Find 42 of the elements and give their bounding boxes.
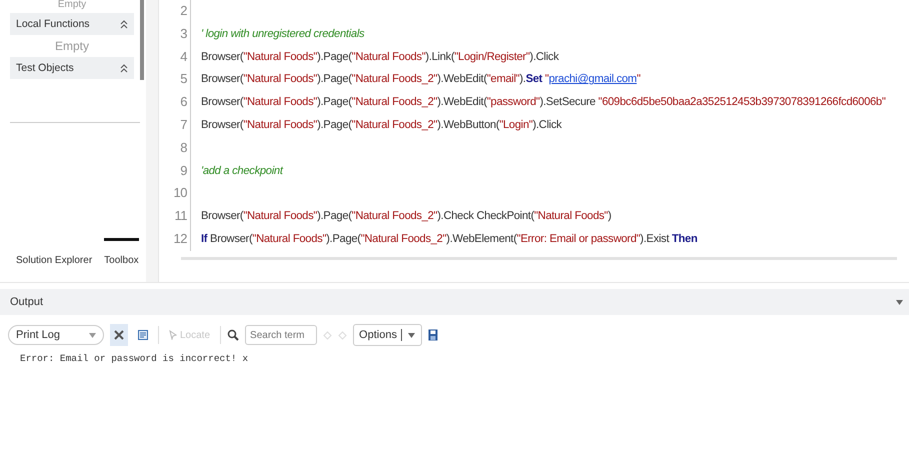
code-line: ' login with unregistered credentials xyxy=(201,26,364,42)
line-number: 3 xyxy=(169,22,191,46)
code-line: Browser("Natural Foods").Page("Natural Foods_2").WebEdit("password").SetSecure "609bc6d5be50baa2a352512453b3973078391266fcd6006b" xyxy=(201,95,886,110)
save-icon[interactable] xyxy=(428,329,438,341)
options-button[interactable]: Options xyxy=(353,324,422,346)
section-header[interactable]: Test Objects xyxy=(10,57,134,79)
code-line: Browser("Natural Foods").Page("Natural Foods_2").WebButton("Login").Click xyxy=(201,118,562,133)
panel-title: Output xyxy=(10,296,44,308)
line-number: 11 xyxy=(169,205,191,228)
pointer-icon xyxy=(169,330,177,340)
collapse-icon xyxy=(120,20,128,28)
empty-label: Empty xyxy=(54,38,90,55)
scrollbar[interactable] xyxy=(140,0,144,80)
code-line: If Browser("Natural Foods").Page("Natural Foods_2").WebElement("Error: Email or password").Exist Then xyxy=(201,232,698,247)
line-number: 8 xyxy=(169,136,191,160)
code-line: Browser("Natural Foods").Page("Natural Foods_2").WebEdit("email").Set "prachi@gmail.com" xyxy=(201,72,640,88)
caret-icon xyxy=(408,332,415,338)
code-line: Browser("Natural Foods").Page("Natural Foods").Link("Login/Register").Click xyxy=(201,50,559,65)
panel-tab[interactable]: Toolbox xyxy=(104,238,139,266)
log-dropdown[interactable]: Print Log xyxy=(8,325,104,345)
close-icon xyxy=(114,330,124,340)
list-icon xyxy=(138,330,148,340)
code-line: Browser("Natural Foods").Page("Natural Foods_2").Check CheckPoint("Natural Foods") xyxy=(201,209,612,224)
caret-icon[interactable] xyxy=(896,300,903,304)
section-header[interactable]: Local Functions xyxy=(10,13,134,35)
clear-button[interactable] xyxy=(110,324,128,346)
line-number: 2 xyxy=(169,0,191,23)
line-number: 4 xyxy=(169,46,191,68)
caret-icon xyxy=(89,332,96,338)
line-number: 5 xyxy=(169,68,191,92)
line-number: 7 xyxy=(169,114,191,137)
line-number: 10 xyxy=(169,182,191,206)
collapse-icon xyxy=(120,64,128,72)
panel-tab[interactable]: Solution Explorer xyxy=(16,238,92,266)
code-line: 'add a checkpoint xyxy=(201,164,283,179)
log-message: Error: Email or password is incorrect! x xyxy=(20,353,250,364)
line-number: 6 xyxy=(169,91,191,114)
search-field[interactable]: Search term xyxy=(245,325,318,345)
line-number: 12 xyxy=(169,228,191,251)
search-icon[interactable] xyxy=(227,329,240,341)
empty-label: Empty xyxy=(56,0,88,12)
line-number: 9 xyxy=(169,160,191,182)
